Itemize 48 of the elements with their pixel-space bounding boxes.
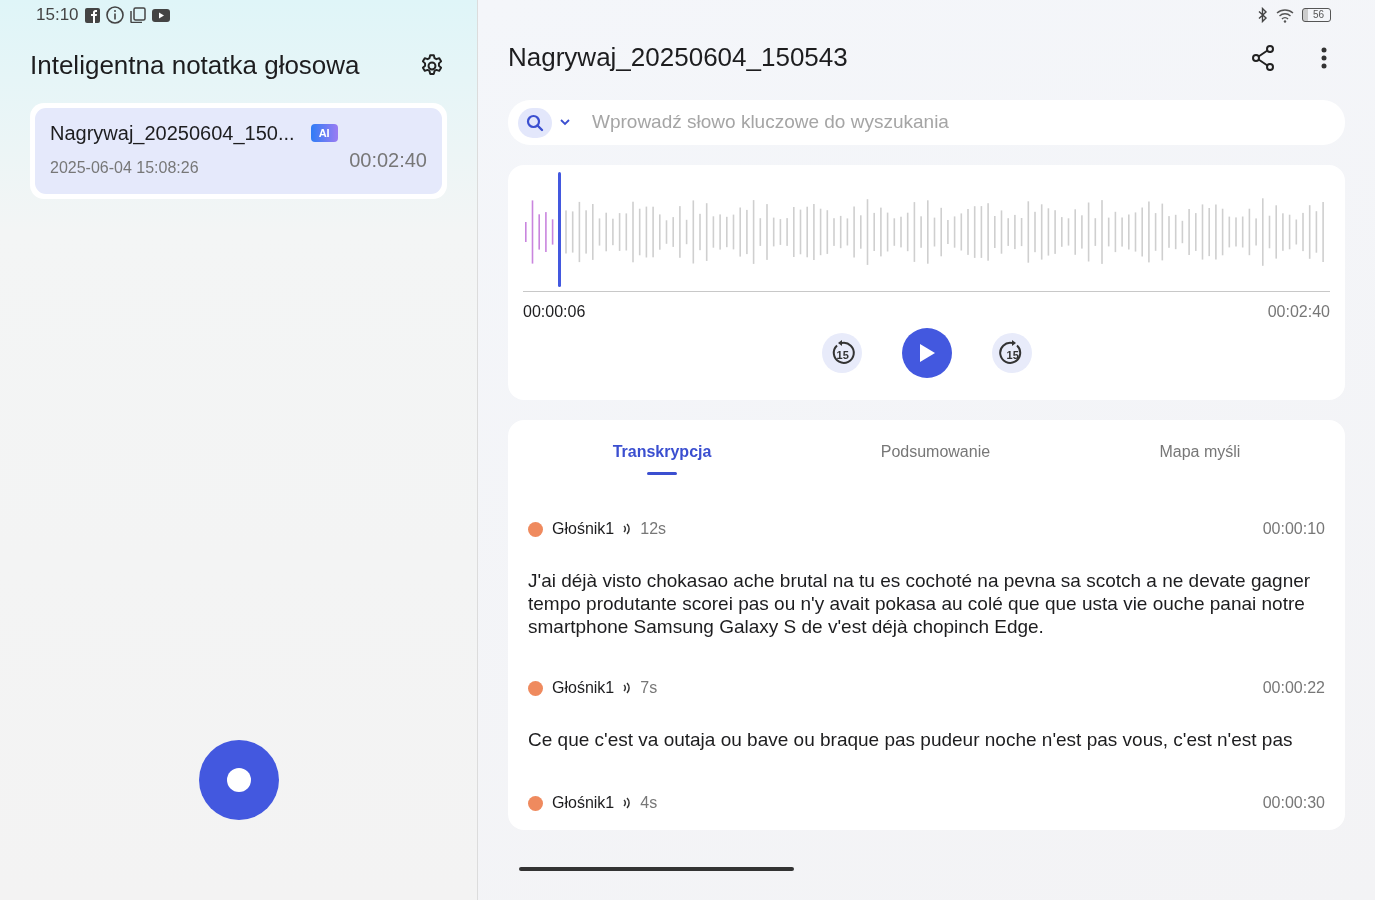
- segment-length: 4s: [640, 793, 658, 813]
- ai-badge: AI: [310, 123, 338, 143]
- recording-duration: 00:02:40: [349, 148, 427, 174]
- tab[interactable]: Podsumowanie: [880, 430, 991, 481]
- battery-indicator: 56: [1301, 8, 1331, 22]
- more-options-icon[interactable]: [1321, 47, 1327, 69]
- search-field[interactable]: Wprowadź słowo kluczowe do wyszukania: [590, 107, 1335, 138]
- speaker-dot: [528, 680, 543, 696]
- sound-icon: [623, 682, 632, 694]
- video-play-icon: [151, 8, 170, 22]
- app-title: Inteligentna notatka głosowa: [30, 50, 360, 82]
- speaker-name: Głośnik1: [552, 793, 615, 813]
- search-icon[interactable]: [518, 107, 552, 138]
- search-bar[interactable]: Wprowadź słowo kluczowe do wyszukania: [508, 100, 1345, 145]
- forward-button[interactable]: 15: [991, 333, 1032, 373]
- tab[interactable]: Transkrypcja: [612, 430, 712, 481]
- recording-item[interactable]: Nagrywaj_20250604_150... AI 2025-06-04 15:08:26 00:02:40: [35, 108, 442, 195]
- chevron-down-icon[interactable]: [560, 119, 570, 126]
- speaker-dot: [528, 521, 543, 537]
- segment-length: 12s: [640, 519, 667, 539]
- transcript-text: Ce que c'est va outaja ou bave ou braque pas pudeur noche n'est pas vous, c'est n'est pas: [528, 728, 1294, 751]
- square-f-icon: [84, 7, 100, 23]
- tab[interactable]: Mapa myśli: [1159, 430, 1241, 481]
- recording-title: Nagrywaj_20250604_150543: [508, 42, 849, 74]
- total-time: 00:02:40: [1267, 302, 1330, 322]
- bluetooth-icon: [1257, 7, 1268, 23]
- recording-name: Nagrywaj_20250604_150...: [50, 121, 295, 147]
- sound-icon: [623, 797, 632, 809]
- segment-time: 00:00:30: [1262, 793, 1325, 813]
- segment-time: 00:00:10: [1262, 519, 1325, 539]
- status-time: 15:10: [36, 4, 79, 27]
- segment-time: 00:00:22: [1262, 678, 1325, 698]
- wifi-icon: [1275, 7, 1294, 23]
- transcript-text: J'ai déjà visto chokasao ache brutal na tu es cochoté na pevna sa scotch a ne devate gagner tempo produtante scorei pas ou n'y avait pokasa au colé que que usta vie ouche panai notre smartphone Samsung Galaxy S de v'est déjà chopinch Edge.: [528, 569, 1312, 638]
- copy-icon: [129, 7, 146, 23]
- rewind-button[interactable]: 15: [821, 333, 862, 373]
- segment-length: 7s: [640, 678, 658, 698]
- speaker-dot: [528, 795, 543, 811]
- play-button[interactable]: [901, 328, 952, 378]
- recording-date: 2025-06-04 15:08:26: [50, 158, 200, 179]
- elapsed-time: 00:00:06: [523, 302, 586, 322]
- info-icon: [105, 6, 124, 24]
- speaker-name: Głośnik1: [552, 519, 615, 539]
- share-icon[interactable]: [1251, 45, 1275, 71]
- play-icon: [917, 343, 936, 363]
- playhead[interactable]: [557, 172, 561, 287]
- sound-icon: [623, 523, 632, 535]
- speaker-name: Głośnik1: [552, 678, 615, 698]
